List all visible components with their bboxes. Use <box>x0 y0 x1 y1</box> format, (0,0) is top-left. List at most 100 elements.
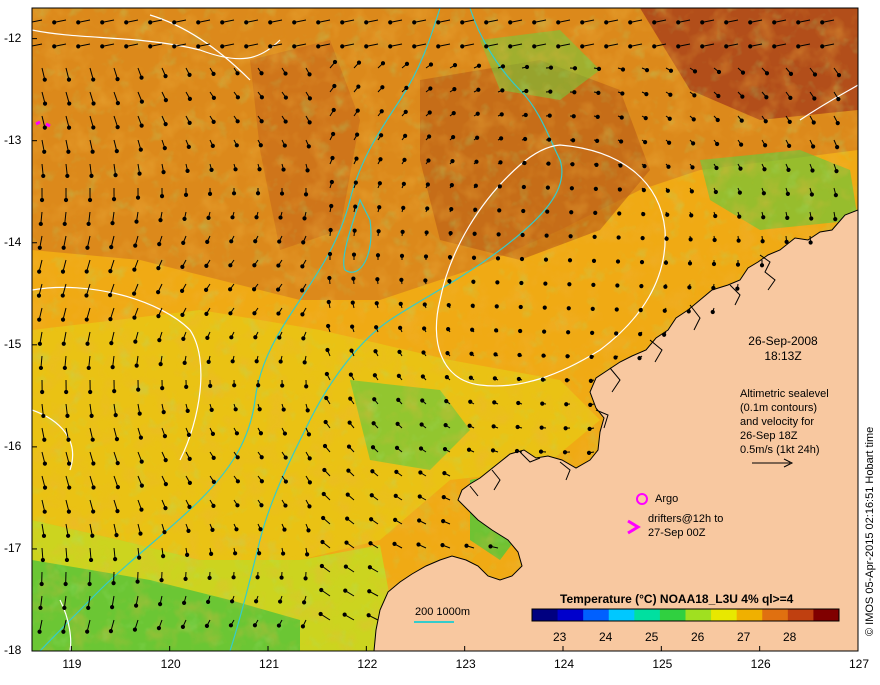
velocity-arrow-head <box>42 534 45 537</box>
velocity-arrow-head <box>306 169 309 172</box>
velocity-arrow-head <box>229 288 232 291</box>
velocity-arrow-head <box>90 414 93 417</box>
velocity-arrow-head <box>354 181 357 184</box>
velocity-arrow-head <box>688 262 691 265</box>
velocity-arrow-head <box>378 206 381 209</box>
velocity-arrow-head <box>39 606 42 609</box>
velocity-arrow-head <box>543 306 546 309</box>
velocity-arrow-head <box>640 261 643 264</box>
velocity-arrow-head <box>701 21 704 24</box>
velocity-arrow-head <box>589 379 592 382</box>
velocity-arrow-head <box>61 318 64 321</box>
velocity-arrow-head <box>282 552 285 555</box>
velocity-arrow-head <box>111 606 114 609</box>
velocity-arrow-head <box>116 462 119 465</box>
velocity-arrow-head <box>186 553 189 556</box>
velocity-arrow-head <box>688 286 691 289</box>
velocity-arrow-head <box>429 63 432 66</box>
velocity-arrow-head <box>762 192 765 195</box>
velocity-arrow-head <box>77 45 80 48</box>
velocity-arrow-head <box>164 483 167 486</box>
velocity-arrow-head <box>197 45 200 48</box>
velocity-arrow-head <box>467 448 470 451</box>
velocity-arrow-head <box>349 373 352 376</box>
velocity-arrow-head <box>303 217 306 220</box>
velocity-arrow-head <box>498 185 501 188</box>
velocity-arrow-head <box>259 432 262 435</box>
colorbar-swatch <box>558 609 584 621</box>
velocity-arrow-head <box>282 168 285 171</box>
velocity-arrow-head <box>101 45 104 48</box>
velocity-arrow-head <box>543 330 546 333</box>
credit-text: © IMOS 05-Apr-2015 02:16:51 Hobart time <box>864 427 876 636</box>
velocity-arrow-head <box>645 69 648 72</box>
velocity-arrow-head <box>653 21 656 24</box>
velocity-arrow-head <box>405 86 408 89</box>
velocity-arrow-head <box>712 286 715 289</box>
velocity-arrow-head <box>381 86 384 89</box>
velocity-arrow-head <box>209 384 212 387</box>
velocity-arrow-head <box>477 64 480 67</box>
velocity-arrow-head <box>208 192 211 195</box>
velocity-arrow-head <box>113 390 116 393</box>
velocity-arrow-head <box>422 351 425 354</box>
velocity-arrow-head <box>254 240 257 243</box>
velocity-arrow-head <box>465 544 468 547</box>
velocity-arrow-head <box>497 233 500 236</box>
velocity-arrow-head <box>163 435 166 438</box>
velocity-arrow-head <box>450 208 453 211</box>
velocity-arrow-head <box>441 544 444 547</box>
longitude-tick-label: 121 <box>259 657 279 671</box>
velocity-arrow-head <box>500 137 503 140</box>
velocity-arrow-head <box>402 182 405 185</box>
velocity-arrow-head <box>183 361 186 364</box>
velocity-arrow-head <box>210 408 213 411</box>
velocity-arrow-head <box>182 337 185 340</box>
velocity-arrow-head <box>157 627 160 630</box>
velocity-arrow-head <box>135 220 138 223</box>
velocity-arrow-head <box>306 409 309 412</box>
colorbar-tick-label: 24 <box>599 630 612 644</box>
velocity-arrow-head <box>380 134 383 137</box>
velocity-arrow-head <box>762 216 765 219</box>
velocity-arrow-head <box>397 374 400 377</box>
velocity-arrow-head <box>229 264 232 267</box>
velocity-arrow-head <box>687 310 690 313</box>
velocity-arrow-head <box>283 432 286 435</box>
velocity-arrow-head <box>369 542 372 545</box>
velocity-arrow-head <box>461 45 464 48</box>
velocity-arrow-head <box>260 120 263 123</box>
velocity-arrow-head <box>567 307 570 310</box>
velocity-arrow-head <box>419 471 422 474</box>
velocity-arrow-head <box>375 302 378 305</box>
velocity-arrow-head <box>188 73 191 76</box>
velocity-arrow-head <box>163 147 166 150</box>
velocity-arrow-head <box>133 316 136 319</box>
velocity-arrow-head <box>111 222 114 225</box>
velocity-arrow-head <box>350 349 353 352</box>
velocity-arrow-head <box>308 121 311 124</box>
velocity-arrow-head <box>380 110 383 113</box>
velocity-arrow-head <box>325 372 328 375</box>
velocity-arrow-head <box>347 445 350 448</box>
velocity-arrow-head <box>164 75 167 78</box>
velocity-arrow-head <box>115 150 118 153</box>
velocity-arrow-head <box>184 193 187 196</box>
velocity-arrow-head <box>37 294 40 297</box>
velocity-arrow-head <box>568 283 571 286</box>
velocity-arrow-head <box>426 183 429 186</box>
velocity-arrow-head <box>525 65 528 68</box>
velocity-arrow-head <box>740 143 743 146</box>
velocity-arrow-head <box>445 376 448 379</box>
velocity-arrow-head <box>207 216 210 219</box>
velocity-arrow-head <box>564 427 567 430</box>
velocity-arrow-head <box>813 73 816 76</box>
velocity-arrow-head <box>449 232 452 235</box>
velocity-arrow-head <box>91 438 94 441</box>
velocity-arrow-head <box>348 421 351 424</box>
velocity-arrow-head <box>67 78 70 81</box>
velocity-arrow-head <box>88 582 91 585</box>
velocity-arrow-head <box>235 432 238 435</box>
velocity-arrow-head <box>67 462 70 465</box>
velocity-arrow-head <box>280 192 283 195</box>
